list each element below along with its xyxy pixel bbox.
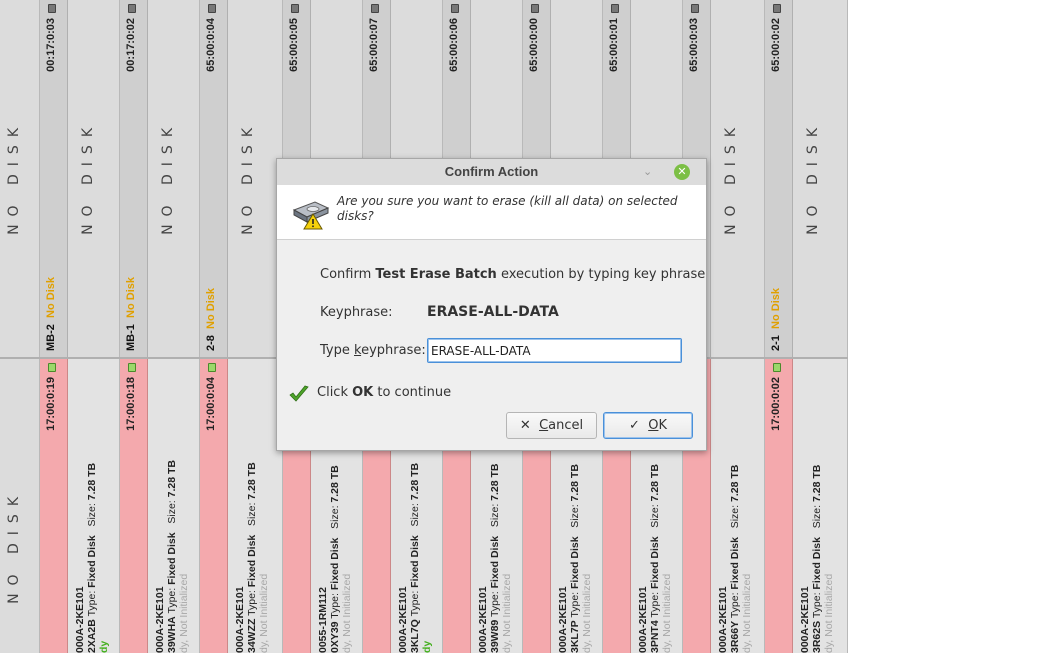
disk-info: 000A-2KE101 39WHA Type: Fixed Disk Size: … [154,460,190,653]
disk-slot-bottom[interactable]: 17:00:0:04 000A-2KE101 34WZZ Type: Fixed D… [200,359,283,653]
disk-slot-top[interactable]: NO DISK [0,0,40,357]
slot-strip: 65:00:0:02 2-1 No Disk [765,0,793,357]
check-icon: ✓ [629,418,640,433]
continue-hint: Click OK to continue [317,385,452,400]
slot-timer: 65:00:0:05 [288,18,300,72]
slot-strip: 17:00:0:18 [120,359,148,653]
keyphrase-input[interactable] [427,338,682,363]
status-led-icon [208,4,216,13]
status-led-icon [128,363,136,372]
no-disk-label: NO DISK [6,489,22,604]
type-keyphrase-label: Type keyphrase: [320,343,426,358]
disk-slot-top[interactable]: 65:00:0:04 2-8 No Disk NO DISK [200,0,283,357]
status-led-icon [48,4,56,13]
checkmark-icon [289,385,309,402]
slot-timer: 65:00:0:06 [448,18,460,72]
slot-name: MB-2 No Disk [45,277,57,351]
slot-timer: 00:17:0:03 [45,18,57,72]
disk-info: 000A-2KE101 3R62S Type: Fixed Disk Size: … [799,464,835,653]
cancel-button[interactable]: ✕ Cancel [506,412,597,439]
keyphrase-value: ERASE-ALL-DATA [427,304,559,320]
dialog-title: Confirm Action [444,164,539,179]
no-disk-label: NO DISK [160,120,176,235]
slot-timer: 17:00:0:18 [125,377,137,431]
status-led-icon [773,363,781,372]
no-disk-label: NO DISK [723,120,739,235]
disk-info: 000A-2KE101 3R66Y Type: Fixed Disk Size: … [717,464,753,653]
slot-timer: 17:00:0:02 [770,377,782,431]
slot-timer: 65:00:0:03 [688,18,700,72]
instruction-text: Confirm Test Erase Batch execution by ty… [320,267,706,282]
slot-timer: 65:00:0:04 [205,18,217,72]
disk-warning-icon [292,201,330,230]
slot-timer: 65:00:0:02 [770,18,782,72]
confirm-action-dialog: Confirm Action ⌄ ✕ Are you sure you want… [276,158,707,451]
disk-slot-top[interactable]: 00:17:0:03 MB-2 No Disk NO DISK [40,0,120,357]
status-led-icon [611,4,619,13]
disk-slot-bottom[interactable]: 17:00:0:19 000A-2KE101 2XA2B Type: Fixed D… [40,359,120,653]
slot-strip: 00:17:0:02 MB-1 No Disk [120,0,148,357]
status-led-icon [451,4,459,13]
slot-timer: 00:17:0:02 [125,18,137,72]
slot-timer: 17:00:0:04 [205,377,217,431]
slot-name: 2-1 No Disk [770,288,782,351]
confirmation-question: Are you sure you want to erase (kill all… [337,194,678,223]
slot-strip: 65:00:0:04 2-8 No Disk [200,0,228,357]
disk-slot-bottom[interactable]: 17:00:0:02 000A-2KE101 3R62S Type: Fixed D… [765,359,848,653]
dialog-titlebar[interactable]: Confirm Action ⌄ ✕ [277,159,706,185]
slot-timer: 65:00:0:01 [608,18,620,72]
slot-name: 2-8 No Disk [205,288,217,351]
status-led-icon [691,4,699,13]
disk-slot-bottom[interactable]: NO DISK [0,359,40,653]
cancel-icon: ✕ [519,418,531,433]
slot-strip: 00:17:0:03 MB-2 No Disk [40,0,68,357]
disk-slot-top[interactable]: 00:17:0:02 MB-1 No Disk NO DISK [120,0,200,357]
disk-info: 000A-2KE101 34WZZ Type: Fixed Disk Size: … [234,462,270,653]
slot-timer: 65:00:0:00 [528,18,540,72]
slot-strip: 17:00:0:04 [200,359,228,653]
slot-strip: 17:00:0:02 [765,359,793,653]
dialog-header: Are you sure you want to erase (kill all… [277,185,706,240]
slot-timer: 65:00:0:07 [368,18,380,72]
minimize-icon[interactable]: ⌄ [643,165,652,178]
no-disk-label: NO DISK [80,120,96,235]
slot-name: MB-1 No Disk [125,277,137,351]
no-disk-label: NO DISK [6,120,22,235]
status-led-icon [48,363,56,372]
disk-info: 000A-2KE101 2XA2B Type: Fixed Disk Size: … [74,462,110,653]
no-disk-label: NO DISK [240,120,256,235]
disk-slot-bottom[interactable]: 17:00:0:18 000A-2KE101 39WHA Type: Fixed D… [120,359,200,653]
status-led-icon [128,4,136,13]
status-led-icon [208,363,216,372]
slot-strip: 17:00:0:19 [40,359,68,653]
status-led-icon [773,4,781,13]
no-disk-label: NO DISK [805,120,821,235]
status-led-icon [531,4,539,13]
slot-timer: 17:00:0:19 [45,377,57,431]
close-icon[interactable]: ✕ [674,164,690,180]
keyphrase-label: Keyphrase: [320,305,393,320]
status-led-icon [291,4,299,13]
status-led-icon [371,4,379,13]
disk-slot-top[interactable]: 65:00:0:02 2-1 No Disk NO DISK [765,0,848,357]
ok-button[interactable]: ✓ OK [603,412,693,439]
